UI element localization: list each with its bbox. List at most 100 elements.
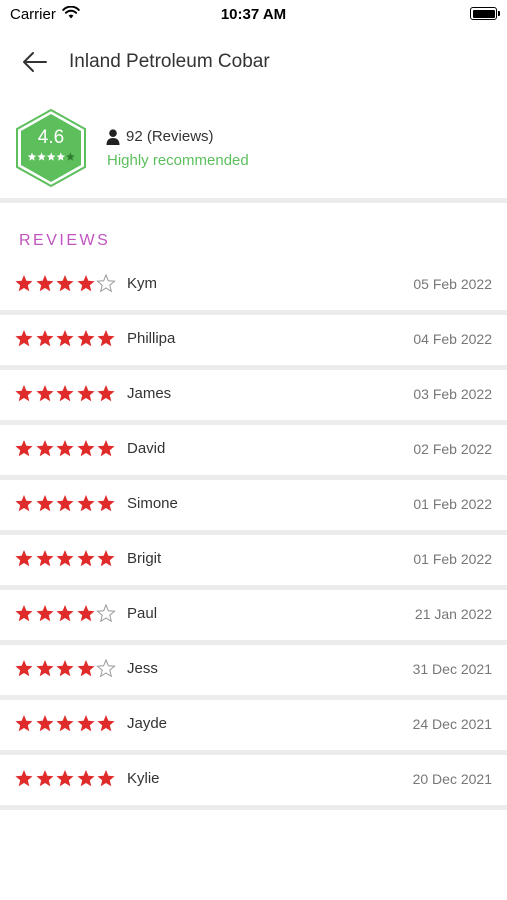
star-empty-icon xyxy=(96,604,116,623)
review-date: 03 Feb 2022 xyxy=(413,386,492,402)
rating-score: 4.6 xyxy=(37,127,65,148)
review-row: Kym 05 Feb 2022 xyxy=(0,260,507,315)
review-row: David 02 Feb 2022 xyxy=(0,425,507,480)
review-date: 04 Feb 2022 xyxy=(413,331,492,347)
back-button[interactable] xyxy=(18,48,52,76)
star-filled-icon xyxy=(76,495,95,512)
star-filled-icon xyxy=(97,550,115,567)
star-filled-icon xyxy=(35,605,54,622)
star-filled-icon xyxy=(56,660,74,677)
review-date: 05 Feb 2022 xyxy=(413,276,492,292)
star-filled-icon xyxy=(76,605,95,622)
star-empty-icon xyxy=(96,659,116,678)
star-filled-icon xyxy=(56,440,74,457)
review-rating xyxy=(14,439,117,458)
badge-star-empty-icon xyxy=(66,152,75,161)
badge-star-filled-icon xyxy=(56,152,66,161)
badge-star-filled-icon xyxy=(37,152,46,161)
review-row: Kylie 20 Dec 2021 xyxy=(0,755,507,810)
status-time: 10:37 AM xyxy=(220,6,287,23)
star-filled-icon xyxy=(35,550,54,567)
reviewer-name: Jayde xyxy=(127,715,168,732)
reviewer-name: Kylie xyxy=(127,770,160,787)
review-row: Brigit 01 Feb 2022 xyxy=(0,535,507,590)
review-date: 01 Feb 2022 xyxy=(413,496,492,512)
review-date: 20 Dec 2021 xyxy=(412,771,492,787)
review-row: Phillipa 04 Feb 2022 xyxy=(0,315,507,370)
reviewer-name: James xyxy=(127,385,172,402)
star-filled-icon xyxy=(15,275,33,292)
reviews-list: Kym 05 Feb 2022 Phillipa 04 Feb 2022 James 03… xyxy=(0,260,507,810)
star-filled-icon xyxy=(97,330,115,347)
star-filled-icon xyxy=(56,495,74,512)
review-rating xyxy=(14,384,117,403)
star-filled-icon xyxy=(76,550,95,567)
star-filled-icon xyxy=(15,495,33,512)
review-rating xyxy=(14,549,117,568)
star-filled-icon xyxy=(56,275,74,292)
star-filled-icon xyxy=(35,385,54,402)
rating-badge: 4.6 xyxy=(15,108,87,188)
star-filled-icon xyxy=(15,385,33,402)
reviewer-name: David xyxy=(127,440,166,457)
star-filled-icon xyxy=(76,385,95,402)
badge-stars-icon xyxy=(27,152,75,161)
star-filled-icon xyxy=(35,715,54,732)
reviewer-name: Brigit xyxy=(127,550,162,567)
star-filled-icon xyxy=(15,715,33,732)
reviewer-name: Phillipa xyxy=(127,330,176,347)
review-row: Paul 21 Jan 2022 xyxy=(0,590,507,645)
star-filled-icon xyxy=(97,495,115,512)
review-row: Jess 31 Dec 2021 xyxy=(0,645,507,700)
star-filled-icon xyxy=(56,330,74,347)
star-filled-icon xyxy=(35,275,54,292)
review-date: 01 Feb 2022 xyxy=(413,551,492,567)
reviewer-name: Kym xyxy=(127,275,157,292)
star-filled-icon xyxy=(76,715,95,732)
review-date: 02 Feb 2022 xyxy=(413,441,492,457)
review-row: Jayde 24 Dec 2021 xyxy=(0,700,507,755)
star-filled-icon xyxy=(56,715,74,732)
review-row: Simone 01 Feb 2022 xyxy=(0,480,507,535)
review-date: 21 Jan 2022 xyxy=(414,606,492,622)
star-filled-icon xyxy=(15,770,33,787)
page-title: Inland Petroleum Cobar xyxy=(69,51,270,72)
person-icon xyxy=(106,128,120,145)
reviewer-name: Paul xyxy=(127,605,158,622)
review-rating xyxy=(14,769,117,788)
rating-summary: 4.6 92 (Reviews) Highly recommended xyxy=(0,108,507,198)
star-filled-icon xyxy=(56,550,74,567)
review-count: 92 (Reviews) xyxy=(106,128,214,145)
reviews-section-title: REVIEWS xyxy=(19,232,111,249)
star-filled-icon xyxy=(76,330,95,347)
star-filled-icon xyxy=(76,770,95,787)
review-rating xyxy=(14,604,117,623)
star-filled-icon xyxy=(35,440,54,457)
section-divider xyxy=(0,198,507,203)
star-filled-icon xyxy=(56,770,74,787)
star-empty-icon xyxy=(96,274,116,293)
badge-star-filled-icon xyxy=(27,152,37,161)
star-filled-icon xyxy=(15,660,33,677)
star-filled-icon xyxy=(97,385,115,402)
review-date: 24 Dec 2021 xyxy=(412,716,492,732)
star-filled-icon xyxy=(97,770,115,787)
star-filled-icon xyxy=(15,440,33,457)
review-date: 31 Dec 2021 xyxy=(412,661,492,677)
review-rating xyxy=(14,494,117,513)
star-filled-icon xyxy=(76,275,95,292)
review-rating xyxy=(14,274,117,293)
nav-bar: Inland Petroleum Cobar xyxy=(0,40,507,84)
back-arrow-icon xyxy=(23,52,47,72)
battery-icon xyxy=(470,7,500,20)
reviewer-name: Simone xyxy=(127,495,178,512)
recommendation-label: Highly recommended xyxy=(107,152,249,169)
review-rating xyxy=(14,714,117,733)
star-filled-icon xyxy=(35,330,54,347)
star-filled-icon xyxy=(35,770,54,787)
badge-star-filled-icon xyxy=(46,152,56,161)
star-filled-icon xyxy=(15,330,33,347)
review-rating xyxy=(14,659,117,678)
star-filled-icon xyxy=(15,550,33,567)
star-filled-icon xyxy=(97,440,115,457)
